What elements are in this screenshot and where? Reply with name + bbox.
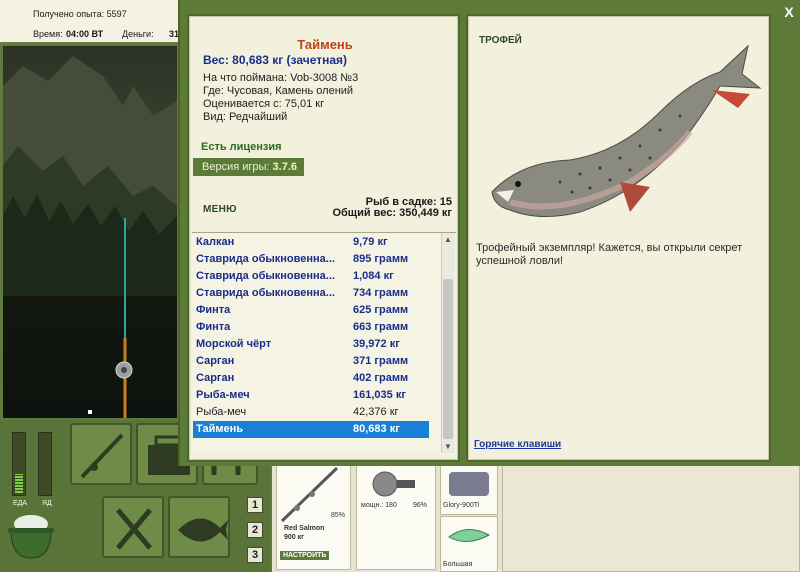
location-text: Где: Чусовая, Камень олений (203, 85, 354, 97)
bait-name: Большая (443, 561, 473, 568)
rod-tool-button[interactable] (70, 423, 132, 485)
catch-fish-name: Сарган (196, 355, 235, 367)
catch-fish-name: Финта (196, 321, 231, 333)
catch-fish-weight: 9,79 кг (353, 236, 388, 248)
mountain-backdrop (3, 56, 177, 296)
catch-fish-name: Сарган (196, 372, 235, 384)
scroll-down-icon[interactable]: ▼ (444, 442, 452, 451)
catch-fish-weight: 625 грамм (353, 304, 409, 316)
catch-row[interactable]: Сарган 371 грамм (193, 353, 429, 370)
catch-row[interactable]: Финта 663 грамм (193, 319, 429, 336)
fishing-scene (3, 46, 177, 418)
line-spool-icon (449, 472, 489, 496)
catch-fish-name: Ставрида обыкновенна... (196, 287, 335, 299)
reel-power: мощн.: 180 (361, 502, 397, 509)
catch-fish-weight: 734 грамм (353, 287, 409, 299)
catch-fish-weight: 402 грамм (353, 372, 409, 384)
license-status: Есть лицензия (201, 141, 282, 153)
catch-fish-name: Таймень (196, 423, 243, 435)
catch-row[interactable]: Рыба-меч 161,035 кг (193, 387, 429, 404)
trophy-fish-image (491, 44, 762, 218)
catch-fish-name: Финта (196, 304, 231, 316)
fish-catch-button[interactable] (168, 496, 230, 558)
rarity-text: Вид: Редчайший (203, 111, 288, 123)
catch-fish-weight: 80,683 кг (353, 423, 400, 435)
lure-icon (448, 529, 491, 542)
version-badge: Версия игры: 3.7.6 (193, 158, 304, 176)
food-label: ЕДА (13, 500, 28, 507)
status-bar: Получено опыта: 5597 Время: 04:00 ВТ Ден… (0, 0, 190, 44)
version-value: 3.7.6 (272, 161, 297, 173)
setup-button[interactable]: НАСТРОИТЬ (280, 551, 330, 560)
catch-row[interactable]: Таймень 80,683 кг (193, 421, 429, 438)
catch-row[interactable]: Финта 625 грамм (193, 302, 429, 319)
catch-fish-weight: 42,376 кг (353, 406, 399, 418)
scrollbar-thumb[interactable] (443, 279, 453, 439)
version-label: Версия игры: (202, 161, 273, 173)
catch-fish-weight: 371 грамм (353, 355, 409, 367)
trophy-message: Трофейный экземпляр! Кажется, вы открыли… (476, 242, 743, 267)
catch-fish-name: Ставрида обыкновенна... (196, 270, 335, 282)
poison-label: ЯД (42, 500, 52, 507)
reel-condition: 96% (413, 502, 428, 509)
inventory-rod-slot[interactable]: 85% Red Salmon 900 кг НАСТРОИТЬ (276, 465, 351, 570)
cage-total-weight: Общий вес: 350,449 кг (332, 207, 452, 219)
catch-fish-weight: 161,035 кг (353, 389, 406, 401)
catch-fish-name: Рыба-меч (196, 389, 250, 401)
catch-fish-weight: 895 грамм (353, 253, 409, 265)
money-label: Деньги: (122, 29, 154, 39)
catch-row[interactable]: Ставрида обыкновенна... 895 грамм (193, 251, 429, 268)
rod-icon (80, 433, 124, 479)
experience-text: Получено опыта: 5597 (33, 9, 127, 19)
catch-row[interactable]: Рыба-меч 42,376 кг (193, 404, 429, 421)
catch-fish-weight: 1,084 кг (353, 270, 394, 282)
reel-icon[interactable] (111, 358, 137, 382)
catch-fish-name: Ставрида обыкновенна... (196, 253, 335, 265)
catch-row[interactable]: Ставрида обыкновенна... 1,084 кг (193, 268, 429, 285)
catch-fish-name: Рыба-меч (196, 406, 247, 418)
page-button-1[interactable]: 1 (247, 497, 263, 513)
food-button[interactable] (102, 496, 164, 558)
catch-fish-name: Калкан (196, 236, 235, 248)
reel-image-icon (372, 471, 415, 497)
valued-text: Оценивается с: 75,01 кг (203, 98, 325, 110)
catch-row[interactable]: Морской чёрт 39,972 кг (193, 336, 429, 353)
poison-meter (38, 432, 52, 496)
caught-on-text: На что поймана: Vob-3008 №3 (203, 72, 359, 84)
rod-weight: 900 кг (284, 534, 305, 541)
food-meter-fill (15, 474, 23, 493)
page-button-2[interactable]: 2 (247, 522, 263, 538)
menu-link[interactable]: МЕНЮ (203, 204, 237, 215)
catch-fish-name: Морской чёрт (196, 338, 272, 350)
food-meter (12, 432, 26, 496)
catch-list[interactable]: Калкан 9,79 кг Ставрида обыкновенна... 895 … (192, 232, 456, 454)
fish-name-title: Таймень (297, 37, 353, 52)
fish-icon (178, 518, 228, 542)
fishing-rod[interactable] (123, 218, 127, 418)
scroll-up-icon[interactable]: ▲ (444, 235, 452, 244)
time-label: Время: (33, 29, 63, 39)
inventory-empty-area (502, 465, 800, 572)
inventory-line-slot[interactable]: Glory-900Ti (440, 465, 498, 515)
time-value: 04:00 ВТ (66, 29, 104, 39)
fish-weight: Вес: 80,683 кг (зачетная) (203, 53, 348, 67)
food-pot-icon[interactable] (6, 510, 56, 562)
catch-row[interactable]: Сарган 402 грамм (193, 370, 429, 387)
catch-row[interactable]: Ставрида обыкновенна... 734 грамм (193, 285, 429, 302)
catch-fish-weight: 663 грамм (353, 321, 409, 333)
hotkeys-link[interactable]: Горячие клавиши (474, 439, 561, 450)
fork-knife-icon (116, 508, 152, 550)
line-name: Glory-900Ti (443, 502, 480, 509)
close-button[interactable]: X (781, 4, 797, 20)
rod-name: Red Salmon (284, 525, 325, 532)
rod-condition: 85% (331, 512, 346, 519)
page-button-3[interactable]: 3 (247, 547, 263, 563)
inventory-reel-slot[interactable]: мощн.: 180 96% (356, 465, 436, 570)
catch-fish-weight: 39,972 кг (353, 338, 400, 350)
bobber-marker (88, 410, 92, 414)
catch-row[interactable]: Калкан 9,79 кг (193, 234, 429, 251)
inventory-bait-slot[interactable]: Большая (440, 516, 498, 572)
